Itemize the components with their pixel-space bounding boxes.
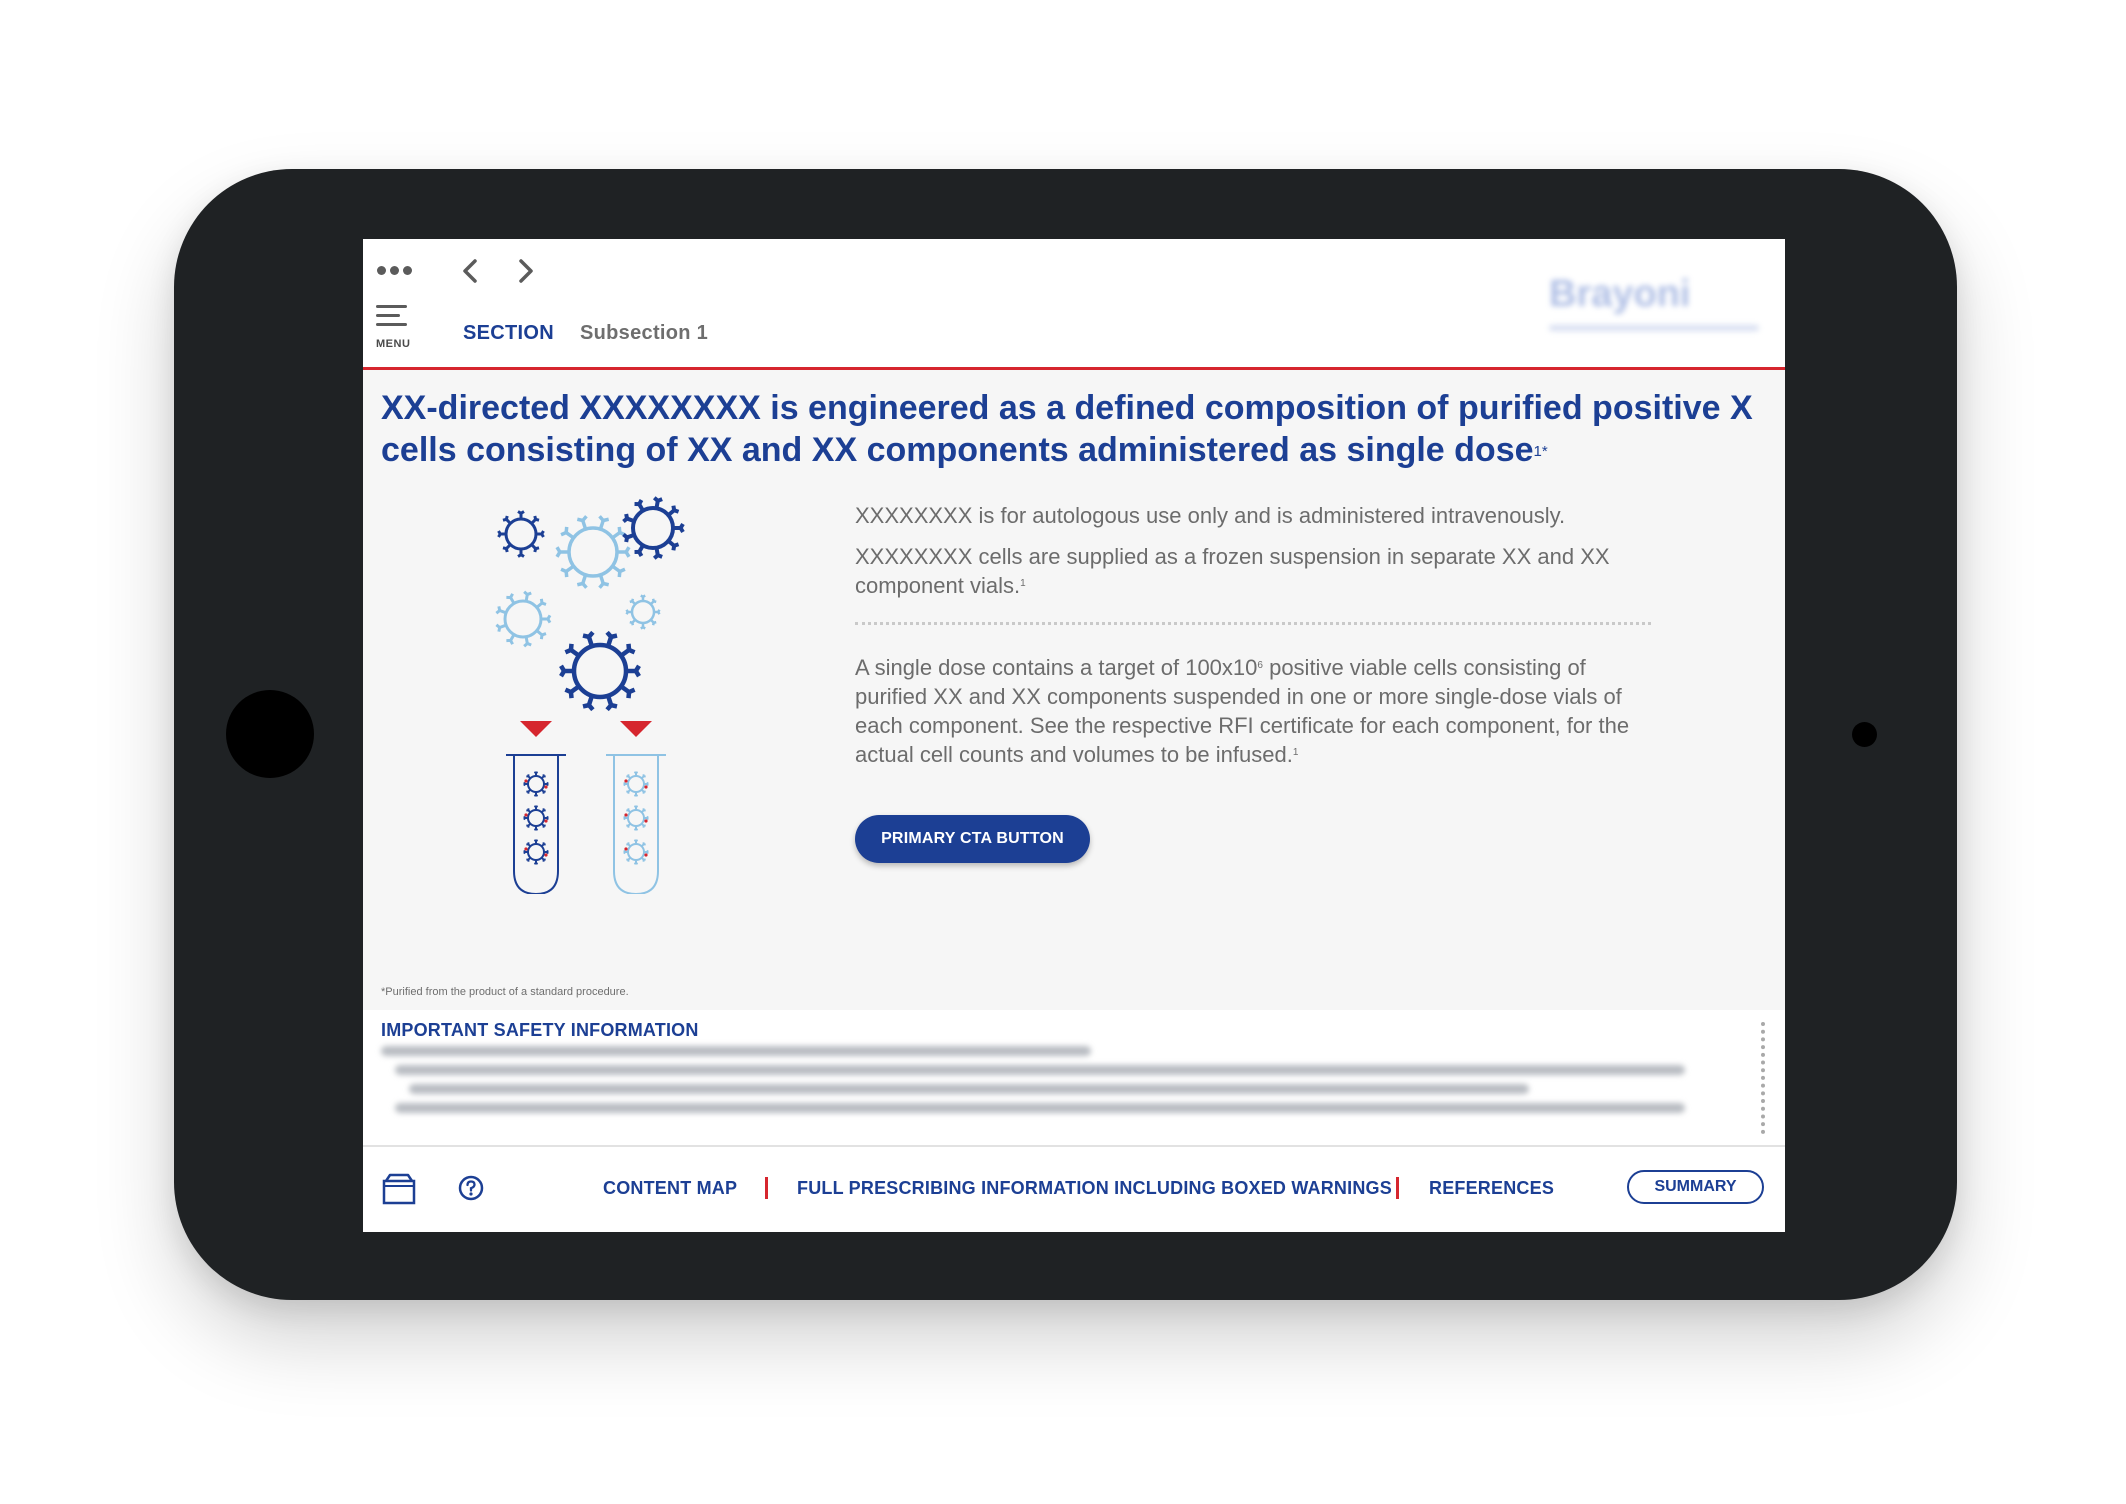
menu-button[interactable]: MENU	[376, 305, 416, 353]
app-screen: MENU SECTION Subsection 1 Brayoni XX-dir…	[363, 239, 1785, 1232]
vial-cell	[623, 839, 649, 865]
app-header: MENU SECTION Subsection 1 Brayoni	[363, 239, 1785, 370]
chevron-left-icon[interactable]	[453, 253, 489, 289]
isi-panel[interactable]: IMPORTANT SAFETY INFORMATION	[363, 1010, 1785, 1145]
cell-light	[495, 590, 552, 648]
vial-cell	[623, 771, 649, 797]
brand-logo: Brayoni	[1543, 259, 1773, 354]
cell-dark	[497, 510, 545, 558]
cell-dark	[559, 630, 641, 712]
summary-button[interactable]: SUMMARY	[1627, 1170, 1764, 1204]
paragraph-supply: XXXXXXXX cells are supplied as a frozen …	[855, 544, 1610, 598]
cell-dark	[622, 496, 685, 560]
home-button[interactable]	[226, 690, 314, 778]
isi-title: IMPORTANT SAFETY INFORMATION	[381, 1020, 699, 1040]
divider	[855, 622, 1651, 625]
help-icon[interactable]	[457, 1174, 485, 1202]
paragraph-dose: A single dose contains a target of 100x1…	[855, 655, 1630, 767]
isi-scrollbar[interactable]	[1761, 1022, 1765, 1134]
box-icon[interactable]	[381, 1171, 417, 1207]
paragraph-autologous: XXXXXXXX is for autologous use only and …	[855, 503, 1566, 528]
footer-separator	[1396, 1177, 1399, 1199]
cell-light	[555, 515, 631, 589]
content-map-link[interactable]: CONTENT MAP	[603, 1178, 737, 1199]
vial-cell	[523, 805, 549, 831]
references-link[interactable]: REFERENCES	[1429, 1178, 1554, 1199]
menu-label: MENU	[376, 338, 411, 350]
cell-light	[625, 594, 661, 630]
body-copy: XXXXXXXX is for autologous use only and …	[855, 501, 1655, 612]
footer-bar: CONTENT MAP FULL PRESCRIBING INFORMATION…	[363, 1145, 1785, 1232]
more-dots-icon[interactable]	[377, 266, 412, 275]
full-prescribing-info-link[interactable]: FULL PRESCRIBING INFORMATION INCLUDING B…	[797, 1178, 1392, 1199]
vial-cell	[523, 771, 549, 797]
footnote: *Purified from the product of a standard…	[381, 986, 629, 998]
primary-cta-button[interactable]: PRIMARY CTA BUTTON	[855, 815, 1090, 863]
vial-dark	[506, 721, 566, 894]
isi-body-blurred	[381, 1046, 1685, 1122]
chevron-right-icon[interactable]	[507, 253, 543, 289]
footer-separator	[765, 1177, 768, 1199]
front-camera	[1852, 722, 1877, 747]
vial-cell	[523, 839, 549, 865]
tab-section[interactable]: SECTION	[463, 322, 554, 345]
page-title: XX-directed XXXXXXXX is engineered as a …	[381, 389, 1753, 469]
cells-and-vials-illustration	[495, 496, 685, 894]
vial-light	[606, 721, 666, 894]
tab-subsection-1[interactable]: Subsection 1	[580, 322, 708, 345]
vial-cell	[623, 805, 649, 831]
